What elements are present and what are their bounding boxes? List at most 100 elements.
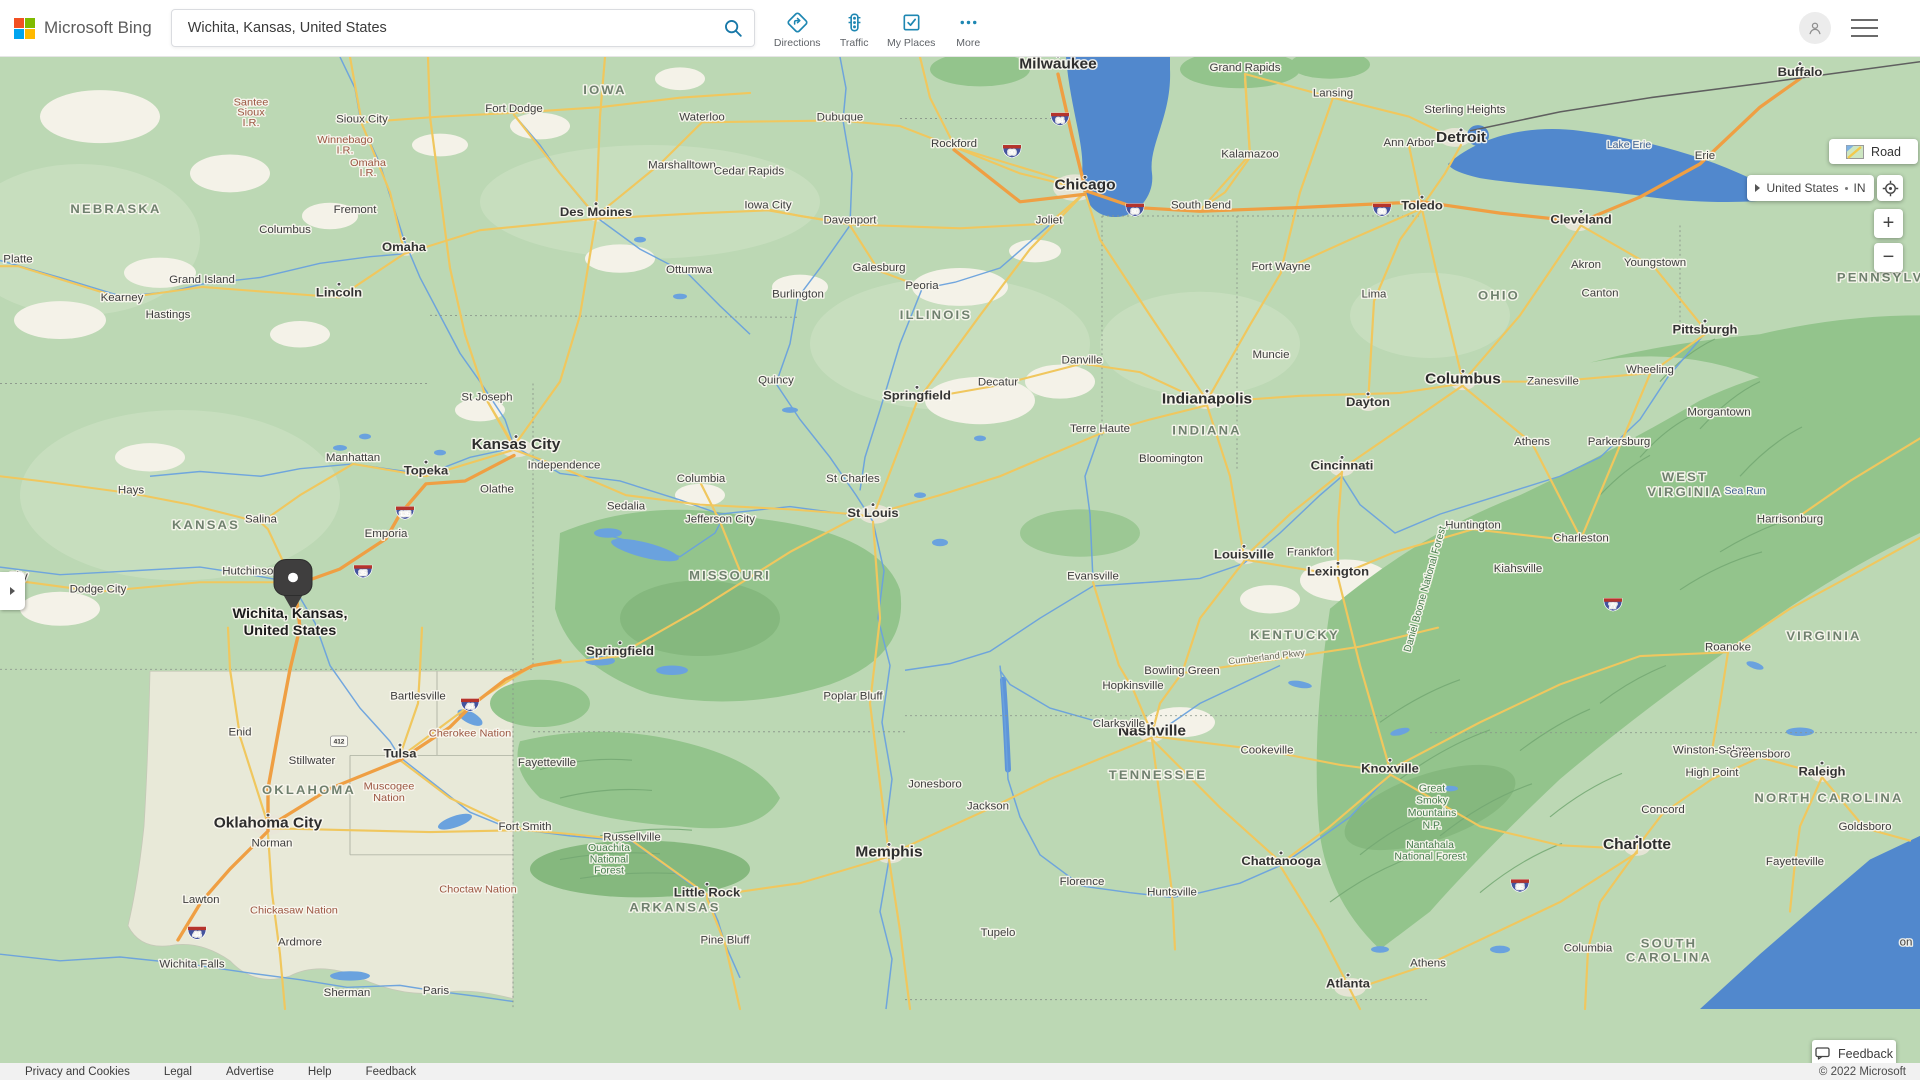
svg-text:412: 412: [334, 739, 345, 746]
map-label: Des Moines: [560, 205, 632, 219]
zoom-out-button[interactable]: −: [1874, 243, 1903, 272]
map-label: Clarksville: [1093, 718, 1145, 730]
svg-text:94: 94: [1056, 118, 1064, 125]
map-label: Toledo: [1401, 199, 1443, 213]
svg-text:135: 135: [400, 511, 411, 518]
map-label: Terre Haute: [1070, 423, 1130, 435]
directions-button[interactable]: Directions: [769, 7, 826, 49]
map-label: Pittsburgh: [1673, 323, 1738, 337]
map-label: Hastings: [146, 309, 191, 321]
map-style-road-button[interactable]: Road: [1829, 139, 1918, 164]
map-label: OHIO: [1478, 289, 1520, 303]
map-label: Peoria: [905, 280, 939, 292]
map-label: Harrisonburg: [1757, 514, 1823, 526]
more-icon: [957, 11, 980, 34]
help-link[interactable]: Help: [308, 1066, 332, 1078]
map-label: Danville: [1062, 355, 1103, 367]
search-input[interactable]: [186, 19, 722, 37]
map-label: Bartlesville: [390, 691, 446, 703]
map-label: Salina: [245, 514, 278, 526]
svg-text:80: 80: [1378, 208, 1386, 215]
map-label: Raleigh: [1799, 765, 1846, 779]
map-label: Bowling Green: [1144, 665, 1219, 677]
map-label: Hopkinsville: [1102, 680, 1163, 692]
directions-label: Directions: [774, 37, 821, 49]
map-label: Evansville: [1067, 571, 1119, 583]
map-label: Dodge City: [70, 584, 127, 596]
map-label: Omaha: [382, 240, 427, 254]
svg-text:80: 80: [1131, 208, 1139, 215]
legal-link[interactable]: Legal: [164, 1066, 192, 1078]
zoom-out-glyph: −: [1883, 246, 1895, 269]
map-label: Erie: [1695, 150, 1715, 162]
map-label: OKLAHOMA: [262, 784, 356, 798]
account-avatar[interactable]: [1799, 12, 1831, 44]
region-selector[interactable]: United States IN: [1747, 175, 1874, 201]
map-label: Lake Erie: [1607, 140, 1652, 151]
map-label: Louisville: [1214, 548, 1274, 562]
map-label: Milwaukee: [1019, 57, 1096, 72]
map-label: Emporia: [365, 528, 409, 540]
map-label: Fort Dodge: [485, 103, 542, 115]
map-label: Oklahoma City: [214, 815, 323, 832]
search-icon[interactable]: [722, 17, 744, 39]
map-label: on: [1900, 937, 1913, 949]
map-label: NORTH CAROLINA: [1754, 791, 1903, 805]
map-label: MISSOURI: [689, 569, 771, 583]
map-label: Youngstown: [1624, 257, 1686, 269]
directions-icon: [786, 11, 809, 34]
map-label: Paris: [423, 985, 450, 997]
locate-icon: [1882, 180, 1899, 197]
map-label: Lincoln: [316, 286, 362, 300]
map-label: Goldsboro: [1838, 821, 1891, 833]
map-label: KENTUCKY: [1250, 628, 1340, 642]
map-label: Rockford: [931, 138, 977, 150]
map-label: Decatur: [978, 377, 1019, 389]
locate-me-button[interactable]: [1877, 175, 1903, 201]
svg-text:44: 44: [193, 932, 201, 939]
map-label: Wheeling: [1626, 364, 1674, 376]
map-label: Jefferson City: [685, 514, 755, 526]
map-label: Springfield: [883, 389, 951, 403]
map-label: Huntsville: [1147, 887, 1197, 899]
map-label: Detroit: [1436, 130, 1486, 147]
map-label: Kalamazoo: [1221, 149, 1279, 161]
map-label: Jackson: [967, 801, 1009, 813]
map-label: Dayton: [1346, 396, 1390, 410]
map-label: INDIANA: [1172, 424, 1242, 438]
sidebar-expander[interactable]: [0, 572, 25, 610]
map-label: St Joseph: [461, 392, 512, 404]
more-button[interactable]: More: [940, 7, 997, 49]
my-places-button[interactable]: My Places: [883, 7, 940, 49]
microsoft-logo-icon[interactable]: [14, 18, 35, 39]
map-label: Memphis: [855, 844, 922, 861]
map-label: Frankfort: [1287, 547, 1334, 559]
map-label: Chickasaw Nation: [250, 905, 338, 917]
map-label: Norman: [252, 838, 293, 850]
map-label: Platte: [3, 254, 32, 266]
map-label: Ardmore: [278, 937, 322, 949]
map-viewport: 949080801353544447785412 IOWANEBRASKAKAN…: [0, 57, 1920, 1063]
map-label: Quincy: [758, 375, 794, 387]
separator-dot: [1845, 187, 1848, 190]
map-label: Kiahsville: [1494, 563, 1543, 575]
map-canvas[interactable]: 949080801353544447785412 IOWANEBRASKAKAN…: [0, 57, 1920, 1063]
map-label: South Bend: [1171, 200, 1231, 212]
map-label: Lexington: [1307, 565, 1369, 579]
map-label: Akron: [1571, 259, 1601, 271]
zoom-in-button[interactable]: +: [1874, 209, 1903, 238]
feedback-link[interactable]: Feedback: [366, 1066, 417, 1078]
feedback-button[interactable]: Feedback: [1812, 1040, 1896, 1063]
map-label: Charleston: [1553, 533, 1609, 545]
brand-title[interactable]: Microsoft Bing: [44, 18, 152, 38]
traffic-button[interactable]: Traffic: [826, 7, 883, 49]
map-label: Columbia: [1564, 943, 1613, 955]
advertise-link[interactable]: Advertise: [226, 1066, 274, 1078]
my-places-icon: [900, 11, 923, 34]
map-label: Athens: [1514, 436, 1550, 448]
map-label: Kearney: [101, 292, 144, 304]
hamburger-menu-button[interactable]: [1851, 19, 1878, 37]
map-label: Tupelo: [981, 927, 1016, 939]
bing-maps-app: Microsoft Bing Directions: [0, 0, 1920, 1080]
privacy-link[interactable]: Privacy and Cookies: [25, 1066, 130, 1078]
